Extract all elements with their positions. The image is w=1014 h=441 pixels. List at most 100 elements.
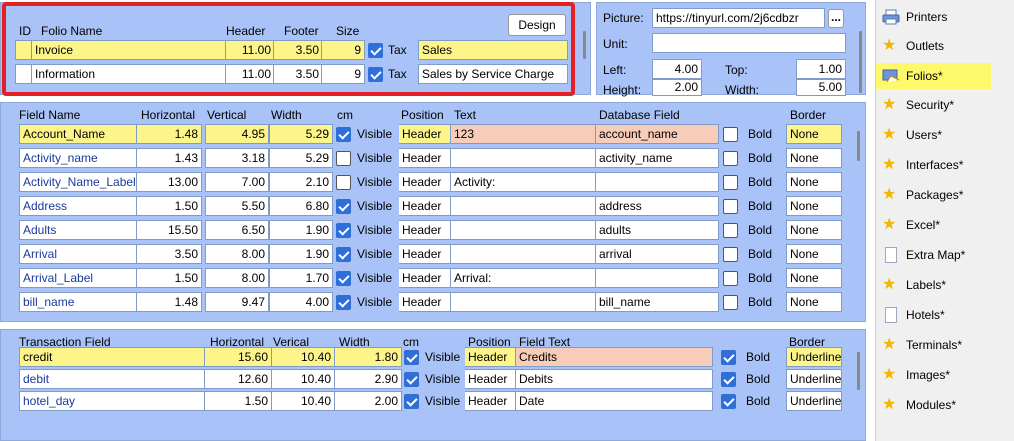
width-cell[interactable]: 5.29 xyxy=(269,124,333,144)
horizontal-cell[interactable]: 15.60 xyxy=(204,347,272,367)
position-cell[interactable]: Header xyxy=(465,347,517,367)
transaction-field-cell[interactable]: credit xyxy=(19,347,205,367)
cm-checkbox[interactable] xyxy=(404,394,419,409)
text-cell[interactable] xyxy=(450,196,596,216)
sidebar-item-printers[interactable]: Printers xyxy=(876,4,1014,30)
width-cell[interactable]: 5.29 xyxy=(269,148,333,168)
horizontal-cell[interactable]: 1.50 xyxy=(136,268,202,288)
text-cell[interactable] xyxy=(450,148,596,168)
border-cell[interactable]: None xyxy=(786,196,842,216)
border-cell[interactable]: None xyxy=(786,172,842,192)
field-name-cell[interactable]: Arrival xyxy=(19,244,137,264)
field-name-cell[interactable]: bill_name xyxy=(19,292,137,312)
cm-checkbox[interactable] xyxy=(336,127,351,142)
database-field-cell[interactable]: activity_name xyxy=(595,148,719,168)
vertical-cell[interactable]: 8.00 xyxy=(205,268,269,288)
text-cell[interactable]: Arrival: xyxy=(450,268,596,288)
horizontal-cell[interactable]: 1.48 xyxy=(136,292,202,312)
bold-checkbox[interactable] xyxy=(723,199,738,214)
sidebar-item-images[interactable]: ★ Images* xyxy=(876,362,1014,388)
position-cell[interactable]: Header xyxy=(399,268,451,288)
top-field[interactable]: 1.00 xyxy=(796,59,846,79)
cm-checkbox[interactable] xyxy=(404,372,419,387)
border-cell[interactable]: None xyxy=(786,292,842,312)
vertical-cell[interactable]: 7.00 xyxy=(205,172,269,192)
database-field-cell[interactable]: account_name xyxy=(595,124,719,144)
database-field-cell[interactable]: adults xyxy=(595,220,719,240)
position-cell[interactable]: Header xyxy=(399,172,451,192)
vertical-cell[interactable]: 3.18 xyxy=(205,148,269,168)
text-cell[interactable]: Activity: xyxy=(450,172,596,192)
sidebar-item-extra-map[interactable]: Extra Map* xyxy=(876,242,1014,268)
transaction-scrollbar[interactable] xyxy=(857,352,860,390)
bold-checkbox[interactable] xyxy=(721,394,736,409)
position-cell[interactable]: Header xyxy=(399,196,451,216)
sidebar-item-hotels[interactable]: Hotels* xyxy=(876,302,1014,328)
bold-checkbox[interactable] xyxy=(723,295,738,310)
field-text-cell[interactable]: Credits xyxy=(515,347,713,367)
text-cell[interactable] xyxy=(450,292,596,312)
sidebar-item-outlets[interactable]: ★ Outlets xyxy=(876,33,1014,59)
unit-field[interactable] xyxy=(652,33,846,53)
horizontal-cell[interactable]: 15.50 xyxy=(136,220,202,240)
vertical-cell[interactable]: 4.95 xyxy=(205,124,269,144)
field-name-cell[interactable]: Activity_Name_Label xyxy=(19,172,137,192)
vertical-cell[interactable]: 10.40 xyxy=(271,391,335,411)
text-cell[interactable] xyxy=(450,244,596,264)
width-cell[interactable]: 4.00 xyxy=(269,292,333,312)
left-field[interactable]: 4.00 xyxy=(652,59,702,79)
width-cell[interactable]: 2.10 xyxy=(269,172,333,192)
field-name-cell[interactable]: Activity_name xyxy=(19,148,137,168)
field-name-cell[interactable]: Adults xyxy=(19,220,137,240)
height-field[interactable]: 2.00 xyxy=(652,79,702,96)
cm-checkbox[interactable] xyxy=(336,247,351,262)
text-cell[interactable]: 123 xyxy=(450,124,596,144)
cm-checkbox[interactable] xyxy=(336,175,351,190)
position-cell[interactable]: Header xyxy=(399,244,451,264)
border-cell[interactable]: None xyxy=(786,124,842,144)
horizontal-cell[interactable]: 12.60 xyxy=(204,369,272,389)
database-field-cell[interactable] xyxy=(595,268,719,288)
field-name-cell[interactable]: Account_Name xyxy=(19,124,137,144)
bold-checkbox[interactable] xyxy=(723,223,738,238)
position-cell[interactable]: Header xyxy=(399,124,451,144)
database-field-cell[interactable]: bill_name xyxy=(595,292,719,312)
horizontal-cell[interactable]: 1.50 xyxy=(204,391,272,411)
position-cell[interactable]: Header xyxy=(399,220,451,240)
sidebar-item-folios[interactable]: Folios* xyxy=(876,63,991,89)
border-cell[interactable]: Underline xyxy=(786,369,842,389)
border-cell[interactable]: None xyxy=(786,148,842,168)
picture-scrollbar[interactable] xyxy=(859,31,862,93)
cm-checkbox[interactable] xyxy=(336,223,351,238)
database-field-cell[interactable]: arrival xyxy=(595,244,719,264)
sidebar-item-modules[interactable]: ★ Modules* xyxy=(876,392,1014,418)
field-name-cell[interactable]: Arrival_Label xyxy=(19,268,137,288)
border-cell[interactable]: None xyxy=(786,220,842,240)
vertical-cell[interactable]: 9.47 xyxy=(205,292,269,312)
horizontal-cell[interactable]: 3.50 xyxy=(136,244,202,264)
folio-scrollbar[interactable] xyxy=(583,31,586,59)
position-cell[interactable]: Header xyxy=(465,369,517,389)
bold-checkbox[interactable] xyxy=(721,372,736,387)
bold-checkbox[interactable] xyxy=(723,151,738,166)
transaction-field-cell[interactable]: hotel_day xyxy=(19,391,205,411)
text-cell[interactable] xyxy=(450,220,596,240)
cm-checkbox[interactable] xyxy=(336,271,351,286)
border-cell[interactable]: None xyxy=(786,268,842,288)
width-cell[interactable]: 2.90 xyxy=(334,369,402,389)
position-cell[interactable]: Header xyxy=(399,148,451,168)
sidebar-item-terminals[interactable]: ★ Terminals* xyxy=(876,332,1014,358)
vertical-cell[interactable]: 5.50 xyxy=(205,196,269,216)
vertical-cell[interactable]: 10.40 xyxy=(271,347,335,367)
horizontal-cell[interactable]: 1.50 xyxy=(136,196,202,216)
width-cell[interactable]: 1.90 xyxy=(269,220,333,240)
field-text-cell[interactable]: Debits xyxy=(515,369,713,389)
field-name-cell[interactable]: Address xyxy=(19,196,137,216)
cm-checkbox[interactable] xyxy=(404,350,419,365)
horizontal-cell[interactable]: 13.00 xyxy=(136,172,202,192)
width-cell[interactable]: 1.70 xyxy=(269,268,333,288)
picture-url-field[interactable]: https://tinyurl.com/2j6cdbzr xyxy=(652,8,825,28)
vertical-cell[interactable]: 10.40 xyxy=(271,369,335,389)
horizontal-cell[interactable]: 1.48 xyxy=(136,124,202,144)
database-field-cell[interactable] xyxy=(595,172,719,192)
